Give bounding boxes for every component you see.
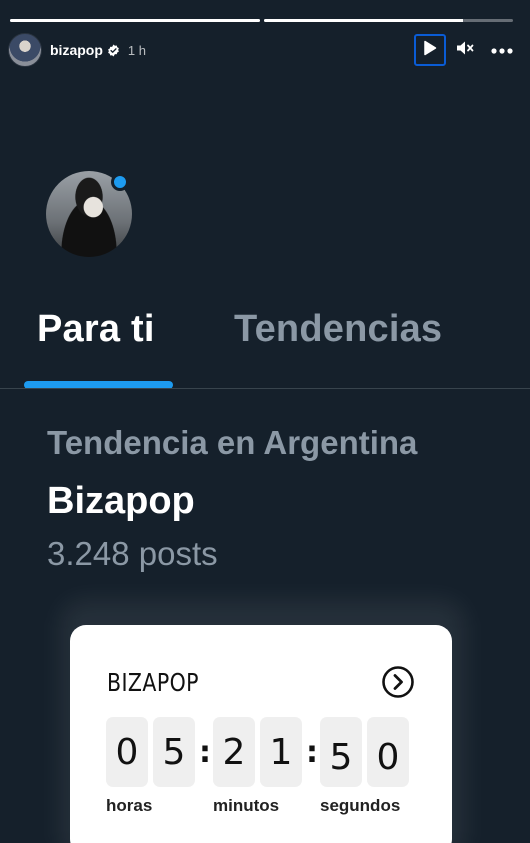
story-username[interactable]: bizapop — [50, 42, 103, 58]
tab-tendencias: Tendencias — [234, 308, 443, 350]
speaker-muted-icon — [456, 40, 474, 61]
play-icon — [423, 40, 437, 61]
story-progress-segment-1 — [10, 19, 260, 22]
minutes-label: minutos — [213, 796, 280, 815]
seconds-digit-2: 0 — [367, 717, 409, 787]
story-progress-fill-1 — [10, 19, 260, 22]
colon-separator-1: : — [199, 735, 211, 770]
trend-context: Tendencia en Argentina — [47, 424, 418, 461]
play-button[interactable] — [414, 34, 446, 66]
countdown-sticker[interactable]: BIZAPOP 0 5 : 2 1 : 5 0 horas minutos se… — [70, 625, 452, 843]
minutes-digit-1: 2 — [213, 717, 255, 787]
verified-badge-icon — [107, 44, 120, 57]
online-status-dot — [111, 173, 129, 191]
trend-post-count: 3.248 posts — [47, 535, 218, 572]
story-progress — [10, 19, 513, 22]
hours-digit-2: 5 — [153, 717, 195, 787]
story-header: bizapop 1 h — [8, 32, 514, 68]
tab-para-ti: Para ti — [37, 308, 155, 350]
more-options-button[interactable] — [490, 38, 514, 62]
tabs-divider — [0, 388, 530, 389]
hours-label: horas — [106, 796, 153, 815]
mute-button[interactable] — [454, 39, 476, 61]
chevron-right-circle-icon[interactable] — [381, 665, 415, 699]
minutes-digit-2: 1 — [260, 717, 302, 787]
colon-separator-2: : — [306, 735, 318, 770]
hours-digit-1: 0 — [106, 717, 148, 787]
story-progress-segment-2 — [263, 19, 513, 22]
more-horizontal-icon — [491, 41, 513, 59]
story-screen: bizapop 1 h Para ti Tendencias Tendencia… — [0, 0, 530, 843]
story-timestamp: 1 h — [127, 42, 146, 58]
seconds-label: segundos — [320, 796, 401, 815]
story-progress-fill-2 — [263, 19, 464, 22]
story-author-avatar[interactable] — [8, 33, 42, 67]
countdown-title: BIZAPOP — [107, 668, 199, 697]
trend-name: Bizapop — [47, 480, 195, 522]
seconds-digit-1: 5 — [320, 717, 362, 787]
